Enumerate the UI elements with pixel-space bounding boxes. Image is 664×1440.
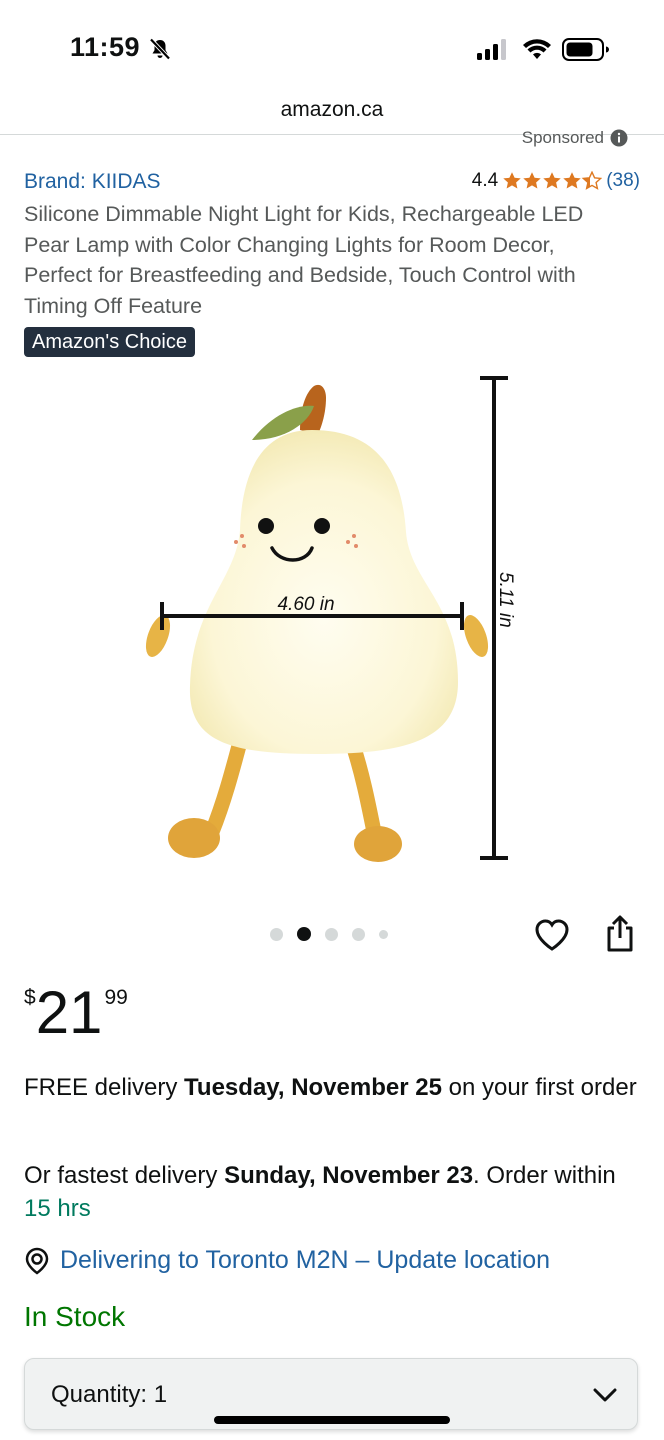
heart-icon[interactable] (533, 916, 571, 954)
sponsored-label[interactable]: Sponsored (522, 128, 628, 148)
delivery-location-text: Delivering to Toronto M2N – Update locat… (60, 1246, 551, 1274)
rating-value: 4.4 (471, 170, 499, 191)
battery-icon (562, 38, 609, 61)
rating-summary[interactable]: 4.4 (38) (472, 170, 640, 192)
status-bar: 11:59 (0, 0, 664, 96)
sponsored-text: Sponsored (521, 128, 604, 147)
quantity-label: Quantity: 1 (51, 1381, 167, 1409)
url-text: amazon.ca (280, 98, 384, 121)
wifi-icon (523, 39, 551, 59)
free-delivery-suffix: on your first order (441, 1074, 637, 1101)
order-within-time: 15 hrs (24, 1195, 91, 1222)
chevron-down-icon (593, 1388, 617, 1402)
fastest-delivery-prefix: Or fastest delivery (24, 1162, 225, 1189)
image-carousel-dots[interactable] (270, 927, 388, 941)
quantity-value: 1 (153, 1381, 168, 1408)
free-delivery-message: FREE delivery Tuesday, November 25 on yo… (24, 1071, 644, 1104)
bell-slash-icon (149, 38, 171, 60)
width-dimension-label: 4.60 in (277, 594, 334, 615)
price: $ 21 99 (24, 980, 128, 1046)
review-count: (38) (606, 170, 640, 191)
brand-link[interactable]: Brand: KIIDAS (24, 170, 161, 194)
free-delivery-date: Tuesday, November 25 (184, 1074, 442, 1101)
height-dimension-label: 5.11 in (495, 572, 516, 628)
carousel-dot[interactable] (325, 927, 338, 941)
free-delivery-prefix: FREE delivery (24, 1074, 185, 1101)
fastest-delivery-message: Or fastest delivery Sunday, November 23.… (24, 1159, 644, 1225)
location-pin-icon (25, 1247, 49, 1275)
carousel-dot[interactable] (270, 927, 283, 941)
carousel-dot-active[interactable] (297, 927, 311, 941)
carousel-dot[interactable] (352, 927, 365, 941)
star-rating-icon (503, 171, 602, 190)
cellular-signal-icon (477, 39, 506, 60)
status-time: 11:59 (70, 32, 141, 62)
fastest-delivery-date: Sunday, November 23 (224, 1162, 474, 1189)
info-icon (610, 129, 628, 147)
price-whole: 21 (35, 979, 103, 1046)
product-title[interactable]: Silicone Dimmable Night Light for Kids, … (24, 199, 624, 321)
home-indicator[interactable] (214, 1416, 450, 1424)
delivery-location-link[interactable]: Delivering to Toronto M2N – Update locat… (24, 1246, 550, 1275)
quantity-label-text: Quantity: (51, 1381, 148, 1408)
stock-status: In Stock (24, 1301, 126, 1332)
carousel-dot[interactable] (379, 929, 388, 939)
fastest-delivery-mid: . Order within (473, 1162, 616, 1189)
share-icon[interactable] (604, 914, 636, 954)
product-image[interactable]: 4.60 in 5.11 in (140, 360, 520, 880)
amazons-choice-badge[interactable]: Amazon's Choice (24, 327, 195, 357)
price-fraction: 99 (104, 986, 128, 1009)
price-currency: $ (24, 986, 36, 1009)
